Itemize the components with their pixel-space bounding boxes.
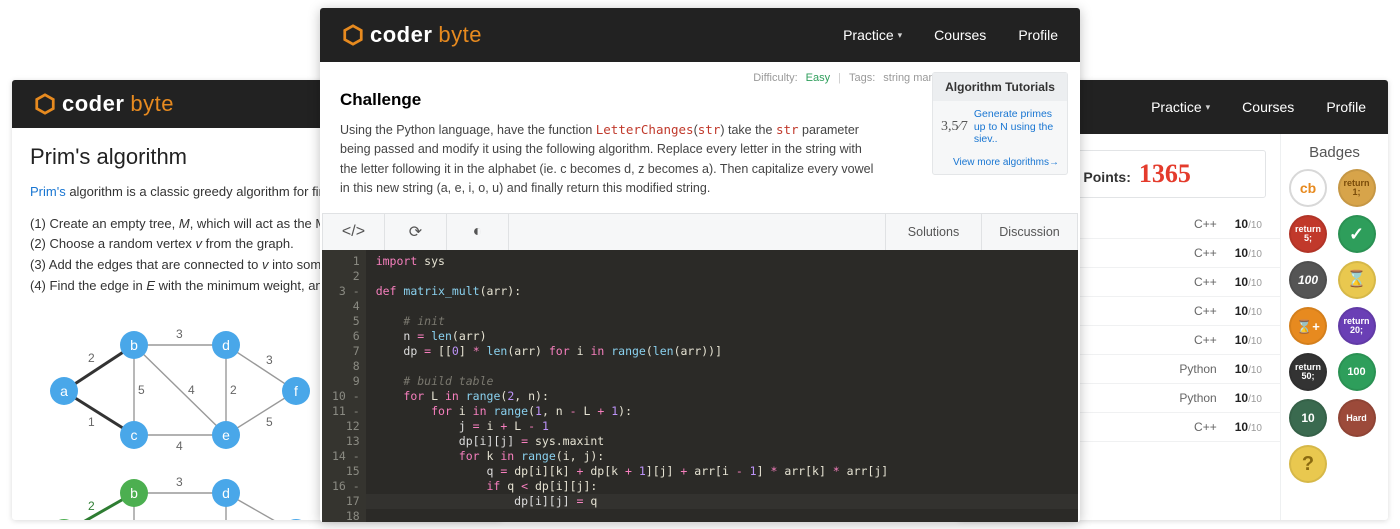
edge-ef: 5	[266, 415, 273, 429]
badge[interactable]: 10	[1289, 399, 1327, 437]
badge[interactable]: return 20;	[1338, 307, 1376, 345]
score: 10/10	[1235, 333, 1262, 347]
contrast-icon[interactable]: ◐	[447, 214, 509, 250]
badge[interactable]: ⌛+	[1289, 307, 1327, 345]
badge[interactable]: Hard	[1338, 399, 1376, 437]
tutorials-title: Algorithm Tutorials	[933, 73, 1067, 101]
score: 10/10	[1235, 362, 1262, 376]
edge-ab: 2	[88, 351, 95, 365]
header: coderbyte Practice▾ Courses Profile	[320, 8, 1080, 62]
chevron-down-icon: ▾	[898, 30, 903, 41]
node2-d: d	[212, 479, 240, 507]
edge2-bd: 3	[176, 475, 183, 489]
score: 10/10	[1235, 217, 1262, 231]
nav-courses[interactable]: Courses	[934, 27, 986, 43]
score: 10/10	[1235, 391, 1262, 405]
lang: C++	[1194, 217, 1217, 231]
code-icon[interactable]: </>	[323, 214, 385, 250]
score: 10/10	[1235, 275, 1262, 289]
nav: Practice▾ Courses Profile	[1151, 99, 1366, 115]
badges-grid: cb return 1; return 5; ✓ 100 ⌛ ⌛+ return 20; ret…	[1289, 169, 1380, 483]
tab-discussion[interactable]: Discussion	[981, 214, 1077, 250]
prims-link[interactable]: Prim's	[30, 184, 66, 199]
gutter: 123 ‑45678910 ‑11 ‑121314 ‑1516 ‑1718192…	[322, 250, 366, 523]
brand-part1: coder	[62, 91, 124, 117]
badges-heading: Badges	[1289, 144, 1380, 161]
badge[interactable]: ✓	[1338, 215, 1376, 253]
tags-label: Tags:	[849, 72, 875, 84]
brand-logo[interactable]: coderbyte	[342, 22, 482, 48]
badge[interactable]: ⌛	[1338, 261, 1376, 299]
brand-part2: byte	[130, 91, 174, 117]
lang: C++	[1194, 275, 1217, 289]
lang: C++	[1194, 333, 1217, 347]
challenge-heading: Challenge	[340, 90, 880, 110]
node-c: c	[120, 421, 148, 449]
nav: Practice▾ Courses Profile	[843, 27, 1058, 43]
tutorial-link: Generate primes up to N using the siev..	[974, 108, 1059, 146]
edge-be: 4	[188, 383, 195, 397]
edge-df: 3	[266, 353, 273, 367]
edge2-ab: 2	[88, 499, 95, 513]
fn-arg: str	[698, 122, 721, 137]
edge-bc: 5	[138, 383, 145, 397]
node-b: b	[120, 331, 148, 359]
challenge-description: Using the Python language, have the func…	[340, 120, 880, 199]
nav-practice[interactable]: Practice▾	[843, 27, 902, 43]
refresh-icon[interactable]: ⟳	[385, 214, 447, 250]
lang: C++	[1194, 420, 1217, 434]
tab-solutions[interactable]: Solutions	[885, 214, 981, 250]
lang: C++	[1194, 246, 1217, 260]
node-a: a	[50, 377, 78, 405]
graph-figure-1: a b c d e f 2 3 3 1 5 4 2 5 4	[30, 315, 320, 455]
badge[interactable]: 100	[1338, 353, 1376, 391]
edge-ac: 1	[88, 415, 95, 429]
nav-profile[interactable]: Profile	[1018, 27, 1058, 43]
score: 10/10	[1235, 246, 1262, 260]
code-editor[interactable]: 123 ‑45678910 ‑11 ‑121314 ‑1516 ‑1718192…	[322, 250, 1078, 523]
challenge-panel: coderbyte Practice▾ Courses Profile Diff…	[320, 8, 1080, 522]
badge[interactable]: ?	[1289, 445, 1327, 483]
points-value: 1365	[1139, 159, 1191, 189]
badge[interactable]: return 50;	[1289, 353, 1327, 391]
edge-de: 2	[230, 383, 237, 397]
difficulty-label: Difficulty:	[753, 72, 797, 84]
badge[interactable]: cb	[1289, 169, 1327, 207]
lang: Python	[1179, 362, 1216, 376]
edge-ce: 4	[176, 439, 183, 453]
tutorials-box: Algorithm Tutorials 3,5⁄7 Generate prime…	[932, 72, 1068, 175]
badge[interactable]: 100	[1289, 261, 1327, 299]
score: 10/10	[1235, 420, 1262, 434]
tutorial-fraction: 3,5⁄7	[941, 119, 968, 135]
node-d: d	[212, 331, 240, 359]
tutorial-item[interactable]: 3,5⁄7 Generate primes up to N using the …	[933, 101, 1067, 153]
node-f: f	[282, 377, 310, 405]
graph-figure-2: a b d f 2 3	[30, 473, 320, 520]
badges-column: Badges cb return 1; return 5; ✓ 100 ⌛ ⌛+ return…	[1280, 134, 1388, 520]
nav-profile[interactable]: Profile	[1326, 99, 1366, 115]
chevron-down-icon: ▾	[1206, 102, 1211, 113]
node-e: e	[212, 421, 240, 449]
nav-courses[interactable]: Courses	[1242, 99, 1294, 115]
editor-toolbar: </> ⟳ ◐ Solutions Discussion	[322, 213, 1078, 250]
lang: C++	[1194, 304, 1217, 318]
node2-b: b	[120, 479, 148, 507]
code-lines: import sysdef matrix_mult(arr): # init n…	[366, 250, 1078, 523]
hex-icon	[342, 24, 364, 46]
brand-logo[interactable]: coderbyte	[34, 91, 174, 117]
badge[interactable]: return 1;	[1338, 169, 1376, 207]
badge[interactable]: return 5;	[1289, 215, 1327, 253]
hex-icon	[34, 93, 56, 115]
view-more-link[interactable]: View more algorithms→	[933, 153, 1067, 174]
challenge-text: Challenge Using the Python language, hav…	[320, 90, 900, 213]
nav-practice[interactable]: Practice▾	[1151, 99, 1210, 115]
edge-bd: 3	[176, 327, 183, 341]
lang: Python	[1179, 391, 1216, 405]
editor: </> ⟳ ◐ Solutions Discussion 123 ‑456789…	[322, 213, 1078, 523]
fn-name: LetterChanges	[596, 122, 694, 137]
difficulty-value: Easy	[806, 72, 830, 84]
score: 10/10	[1235, 304, 1262, 318]
